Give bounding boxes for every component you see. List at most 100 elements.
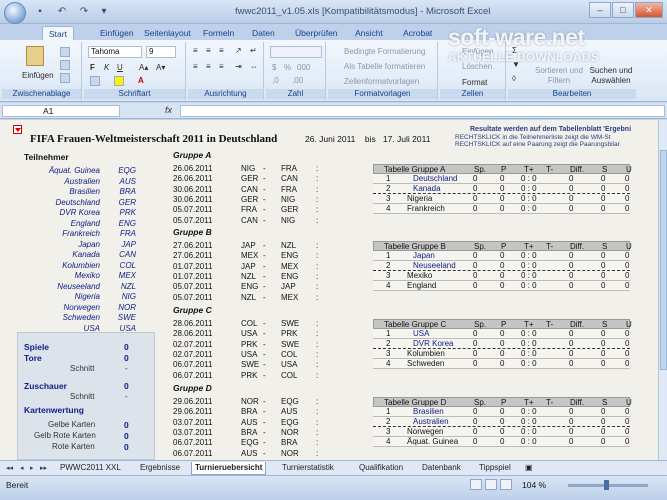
team-row[interactable]: Schweden SWE — [20, 313, 138, 323]
zoom-slider-knob[interactable] — [604, 480, 609, 490]
zoom-level[interactable]: 104 % — [522, 480, 546, 490]
match-row[interactable]: 03.07.2011 BRA - NOR: — [173, 428, 353, 438]
match-row[interactable]: 26.06.2011 GER - CAN: — [173, 174, 353, 184]
increase-decimal-icon[interactable]: ,0 — [272, 76, 279, 86]
match-row[interactable]: 27.06.2011 MEX - ENG: — [173, 251, 353, 261]
dropdown-marker-icon[interactable] — [13, 125, 22, 134]
tab-einfuegen[interactable]: Einfügen — [100, 26, 134, 40]
match-row[interactable]: 29.06.2011 BRA - AUS: — [173, 407, 353, 417]
save-icon[interactable]: ▪ — [34, 6, 46, 18]
match-row[interactable]: 28.06.2011 COL - SWE: — [173, 319, 353, 329]
cell-styles-button[interactable]: Zellenformatvorlagen — [344, 77, 419, 87]
office-button[interactable] — [4, 2, 26, 24]
paste-icon[interactable] — [26, 46, 44, 66]
merge-icon[interactable]: ⇔ — [250, 62, 258, 72]
match-row[interactable]: 27.06.2011 JAP - NZL: — [173, 241, 353, 251]
number-format-box[interactable] — [270, 46, 322, 58]
match-row[interactable]: 05.07.2011 NZL - MEX: — [173, 293, 353, 303]
wrap-text-icon[interactable]: ↵ — [250, 46, 257, 56]
bold-icon[interactable]: F — [90, 63, 95, 73]
match-row[interactable]: 26.06.2011 NIG - FRA: — [173, 164, 353, 174]
worksheet[interactable]: FIFA Frauen-Weltmeisterschaft 2011 in De… — [0, 120, 658, 460]
percent-icon[interactable]: % — [284, 63, 291, 73]
sheet-tab-datenbank[interactable]: Datenbank — [422, 462, 461, 475]
name-box[interactable]: A1 — [2, 105, 120, 117]
match-row[interactable]: 06.07.2011 SWE - USA: — [173, 360, 353, 370]
team-row[interactable]: DVR Korea PRK — [20, 208, 138, 218]
tab-seitenlayout[interactable]: Seitenlayout — [144, 26, 191, 40]
fx-icon[interactable]: fx — [165, 105, 172, 115]
decrease-decimal-icon[interactable]: ,00 — [292, 76, 303, 86]
tab-acrobat[interactable]: Acrobat — [403, 26, 432, 40]
tab-start[interactable]: Start — [42, 26, 74, 40]
insert-sheet-icon[interactable]: ▣ — [525, 462, 533, 475]
formula-input[interactable] — [180, 105, 665, 117]
redo-icon[interactable]: ↷ — [78, 6, 90, 18]
match-row[interactable]: 02.07.2011 USA - COL: — [173, 350, 353, 360]
copy-icon[interactable] — [60, 60, 70, 70]
match-row[interactable]: 28.06.2011 USA - PRK: — [173, 329, 353, 339]
team-row[interactable]: Kanada CAN — [20, 250, 138, 260]
team-row[interactable]: Kolumbien COL — [20, 261, 138, 271]
cut-icon[interactable] — [60, 47, 70, 57]
team-row[interactable]: Mexiko MEX — [20, 271, 138, 281]
tab-ueberpruefen[interactable]: Überprüfen — [295, 26, 338, 40]
scroll-thumb[interactable] — [660, 150, 667, 370]
fill-color-icon[interactable] — [114, 76, 124, 86]
match-row[interactable]: 03.07.2011 AUS - EQG: — [173, 418, 353, 428]
close-button[interactable]: ✕ — [635, 2, 663, 18]
match-row[interactable]: 05.07.2011 FRA - GER: — [173, 205, 353, 215]
sheet-tab-ergebnisse[interactable]: Ergebnisse — [140, 462, 180, 475]
font-name-box[interactable]: Tahoma — [88, 46, 142, 58]
font-color-icon[interactable]: A — [138, 76, 144, 86]
conditional-format-button[interactable]: Bedingte Formatierung — [344, 47, 425, 57]
team-row[interactable]: Brasilien BRA — [20, 187, 138, 197]
underline-icon[interactable]: U — [117, 63, 123, 73]
team-row[interactable]: Äquat. Guinea EQG — [20, 166, 138, 176]
match-row[interactable]: 30.06.2011 CAN - FRA: — [173, 185, 353, 195]
team-row[interactable]: Frankreich FRA — [20, 229, 138, 239]
border-icon[interactable] — [90, 76, 100, 86]
match-row[interactable]: 02.07.2011 PRK - SWE: — [173, 340, 353, 350]
vertical-scrollbar[interactable] — [658, 120, 667, 460]
align-bottom-icon[interactable]: ≡ — [219, 46, 224, 56]
match-row[interactable]: 06.07.2011 AUS - NOR: — [173, 449, 353, 459]
thousands-icon[interactable]: 000 — [297, 63, 310, 73]
team-row[interactable]: England ENG — [20, 219, 138, 229]
shrink-font-icon[interactable]: A▾ — [156, 63, 165, 73]
sort-filter-button[interactable]: Sortieren und Filtern — [532, 66, 586, 86]
match-row[interactable]: 05.07.2011 CAN - NIG: — [173, 216, 353, 226]
find-select-button[interactable]: Suchen und Auswählen — [586, 66, 636, 86]
clear-icon[interactable]: ◊ — [512, 74, 516, 84]
align-middle-icon[interactable]: ≡ — [206, 46, 211, 56]
first-sheet-icon[interactable]: ◂◂ — [6, 464, 13, 472]
sheet-tab-tippspiel[interactable]: Tippspiel — [479, 462, 511, 475]
next-sheet-icon[interactable]: ▸ — [30, 464, 34, 472]
match-row[interactable]: 05.07.2011 ENG - JAP: — [173, 282, 353, 292]
match-row[interactable]: 06.07.2011 PRK - COL: — [173, 371, 353, 381]
last-sheet-icon[interactable]: ▸▸ — [40, 464, 47, 472]
team-row[interactable]: Nigeria NIG — [20, 292, 138, 302]
match-row[interactable]: 06.07.2011 EQG - BRA: — [173, 438, 353, 448]
minimize-button[interactable]: – — [589, 2, 611, 18]
indent-icon[interactable]: ⇥ — [235, 62, 242, 72]
sheet-tab-qualifikation[interactable]: Qualifikation — [359, 462, 403, 475]
team-row[interactable]: Neuseeland NZL — [20, 282, 138, 292]
sheet-tab-turnieruebersicht[interactable]: Turnieruebersicht — [191, 462, 267, 475]
align-center-icon[interactable]: ≡ — [206, 62, 211, 72]
paste-button[interactable]: Einfügen — [22, 71, 54, 81]
tab-formeln[interactable]: Formeln — [203, 26, 234, 40]
align-left-icon[interactable]: ≡ — [193, 62, 198, 72]
page-break-view-icon[interactable] — [500, 479, 512, 490]
team-row[interactable]: Japan JAP — [20, 240, 138, 250]
match-row[interactable]: 01.07.2011 NZL - ENG: — [173, 272, 353, 282]
sheet-tab-turnierstatistik[interactable]: Turnierstatistik — [282, 462, 334, 475]
tab-ansicht[interactable]: Ansicht — [355, 26, 383, 40]
maximize-button[interactable]: □ — [612, 2, 634, 18]
sheet-tab-pwwc2011[interactable]: PWWC2011 XXL — [60, 462, 121, 475]
customize-quick-access-icon[interactable]: ▾ — [98, 6, 110, 18]
format-cells-button[interactable]: Format — [462, 78, 487, 88]
undo-icon[interactable]: ↶ — [56, 6, 68, 18]
team-row[interactable]: Australien AUS — [20, 177, 138, 187]
match-row[interactable]: 01.07.2011 JAP - MEX: — [173, 262, 353, 272]
